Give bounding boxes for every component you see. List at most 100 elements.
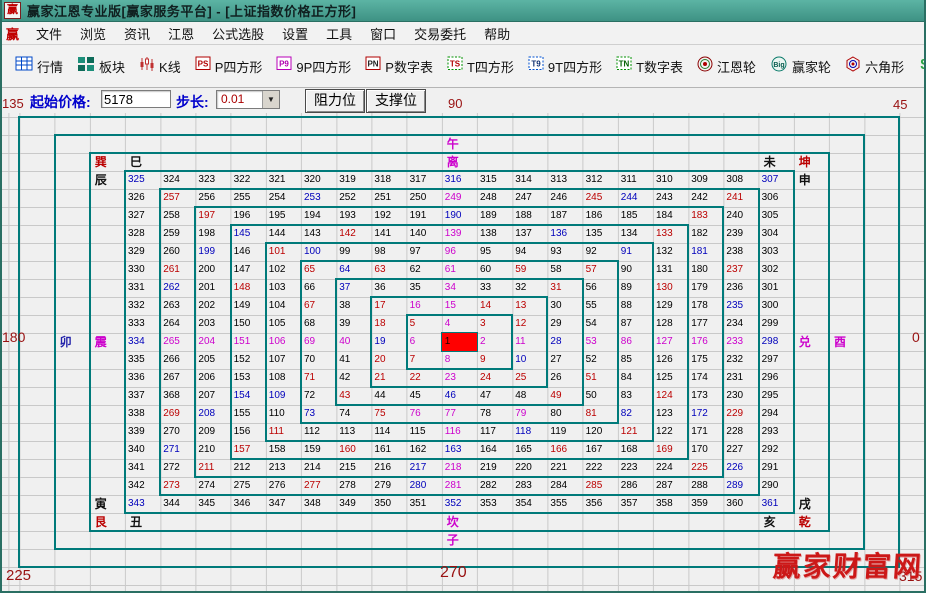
menu-item-江恩[interactable]: 江恩 [159, 22, 203, 45]
toolbar-item-T数字表[interactable]: TNT数字表 [609, 52, 690, 80]
toolbar-item-板块[interactable]: 板块 [70, 52, 132, 81]
grid-cell: 305 [759, 207, 794, 225]
grid-cell: 2 [477, 333, 512, 351]
grid-cell: 207 [195, 387, 230, 405]
grid-cell: 333 [125, 315, 160, 333]
resistance-button[interactable]: 阻力位 [305, 89, 365, 113]
grid-cell: 127 [653, 333, 688, 351]
toolbar-item-9P四方形[interactable]: P99P四方形 [269, 52, 358, 80]
grid-cell: 342 [125, 477, 160, 495]
grid-cell: 346 [231, 495, 266, 513]
grid-cell: 104 [266, 297, 301, 315]
menu-item-文件[interactable]: 文件 [27, 22, 71, 45]
grid-cell: 222 [583, 459, 618, 477]
grid-cell: 73 [301, 405, 336, 423]
grid-cell: 292 [759, 441, 794, 459]
grid-cell: 226 [723, 459, 758, 477]
grid-cell: 17 [371, 297, 406, 315]
toolbar-item-T四方形[interactable]: TST四方形 [440, 52, 521, 80]
grid-cell: 274 [195, 477, 230, 495]
menu-item-窗口[interactable]: 窗口 [361, 22, 405, 45]
menu-item-浏览[interactable]: 浏览 [71, 22, 115, 45]
grid-cell: 110 [266, 405, 301, 423]
toolbar-item-P四方形[interactable]: PSP四方形 [188, 52, 270, 80]
grid-cell: 159 [301, 441, 336, 459]
grid-cell: 267 [160, 369, 195, 387]
grid-cell: 145 [231, 225, 266, 243]
toolbar-item-9T四方形[interactable]: T99T四方形 [521, 52, 609, 80]
grid-cell: 165 [512, 441, 547, 459]
chevron-down-icon[interactable]: ▼ [262, 91, 279, 108]
grid-cell: 60 [477, 261, 512, 279]
grid-cell: 352 [442, 495, 477, 513]
grid-cell: 160 [336, 441, 371, 459]
grid-cell: 32 [512, 279, 547, 297]
grid-cell: 255 [231, 189, 266, 207]
menu-item-交易委托[interactable]: 交易委托 [405, 22, 475, 45]
bagua-label-寅: 寅 [90, 495, 125, 513]
grid-cell: 21 [371, 369, 406, 387]
support-button[interactable]: 支撑位 [366, 89, 426, 113]
grid-cell: 200 [195, 261, 230, 279]
grid-cell: 14 [477, 297, 512, 315]
grid-cell: 93 [547, 243, 582, 261]
menu-item-帮助[interactable]: 帮助 [475, 22, 519, 45]
grid-cell: 52 [583, 351, 618, 369]
grid-cell: 338 [125, 405, 160, 423]
grid-cell: 356 [583, 495, 618, 513]
angle-label-225: 225 [6, 567, 31, 584]
toolbar-item-K线[interactable]: K线 [132, 52, 188, 81]
menu-item-工具[interactable]: 工具 [317, 22, 361, 45]
toolbar-item-赢家轮[interactable]: Big赢家轮 [763, 52, 838, 81]
start-price-input[interactable] [101, 90, 171, 108]
grid-cell: 114 [371, 423, 406, 441]
grid-cell: 201 [195, 279, 230, 297]
grid-cell: 140 [407, 225, 442, 243]
winner-wheel-icon: Big [770, 56, 788, 77]
grid-cell: 37 [336, 279, 371, 297]
angle-label-270: 270 [440, 564, 467, 582]
grid-cell: 337 [125, 387, 160, 405]
grid-cell: 256 [195, 189, 230, 207]
menu-item-资讯[interactable]: 资讯 [115, 22, 159, 45]
toolbar-item-P数字表[interactable]: PNP数字表 [358, 52, 440, 80]
toolbar-item-行情[interactable]: 行情 [8, 52, 70, 81]
svg-text:T9: T9 [531, 60, 541, 69]
grid-cell: 300 [759, 297, 794, 315]
grid-cell: 298 [759, 333, 794, 351]
grid-cell: 254 [266, 189, 301, 207]
grid-cell: 299 [759, 315, 794, 333]
grid-cell: 175 [688, 351, 723, 369]
grid-cell: 168 [618, 441, 653, 459]
grid-cell: 116 [442, 423, 477, 441]
grid-cell: 148 [231, 279, 266, 297]
grid-cell: 297 [759, 351, 794, 369]
p9-square-icon: P9 [276, 56, 292, 76]
grid-cell: 221 [547, 459, 582, 477]
grid-cell: 71 [301, 369, 336, 387]
grid-cell: 139 [442, 225, 477, 243]
menu-item-公式选股[interactable]: 公式选股 [203, 22, 273, 45]
grid-cell: 311 [618, 171, 653, 189]
grid-cell: 59 [512, 261, 547, 279]
app-logo-icon: 赢 [4, 24, 27, 43]
grid-cell: 215 [336, 459, 371, 477]
grid-cell: 6 [407, 333, 442, 351]
step-select[interactable]: 0.01 ▼ [216, 90, 280, 109]
toolbar-item-六角形[interactable]: 六角形 [838, 52, 911, 81]
grid-cell: 124 [653, 387, 688, 405]
grid-cell: 324 [160, 171, 195, 189]
grid-cell: 308 [723, 171, 758, 189]
grid-cell: 36 [371, 279, 406, 297]
bagua-label-离: 离 [442, 153, 477, 171]
toolbar-item-江恩轮[interactable]: 江恩轮 [690, 52, 763, 81]
grid-cell: 48 [512, 387, 547, 405]
grid-cell: 273 [160, 477, 195, 495]
grid-cell: 216 [371, 459, 406, 477]
grid-cell: 89 [618, 279, 653, 297]
menu-item-设置[interactable]: 设置 [273, 22, 317, 45]
pn-table-icon: PN [365, 56, 381, 76]
grid-cell: 353 [477, 495, 512, 513]
grid-cell: 318 [371, 171, 406, 189]
toolbar-item-label: T四方形 [467, 57, 514, 76]
